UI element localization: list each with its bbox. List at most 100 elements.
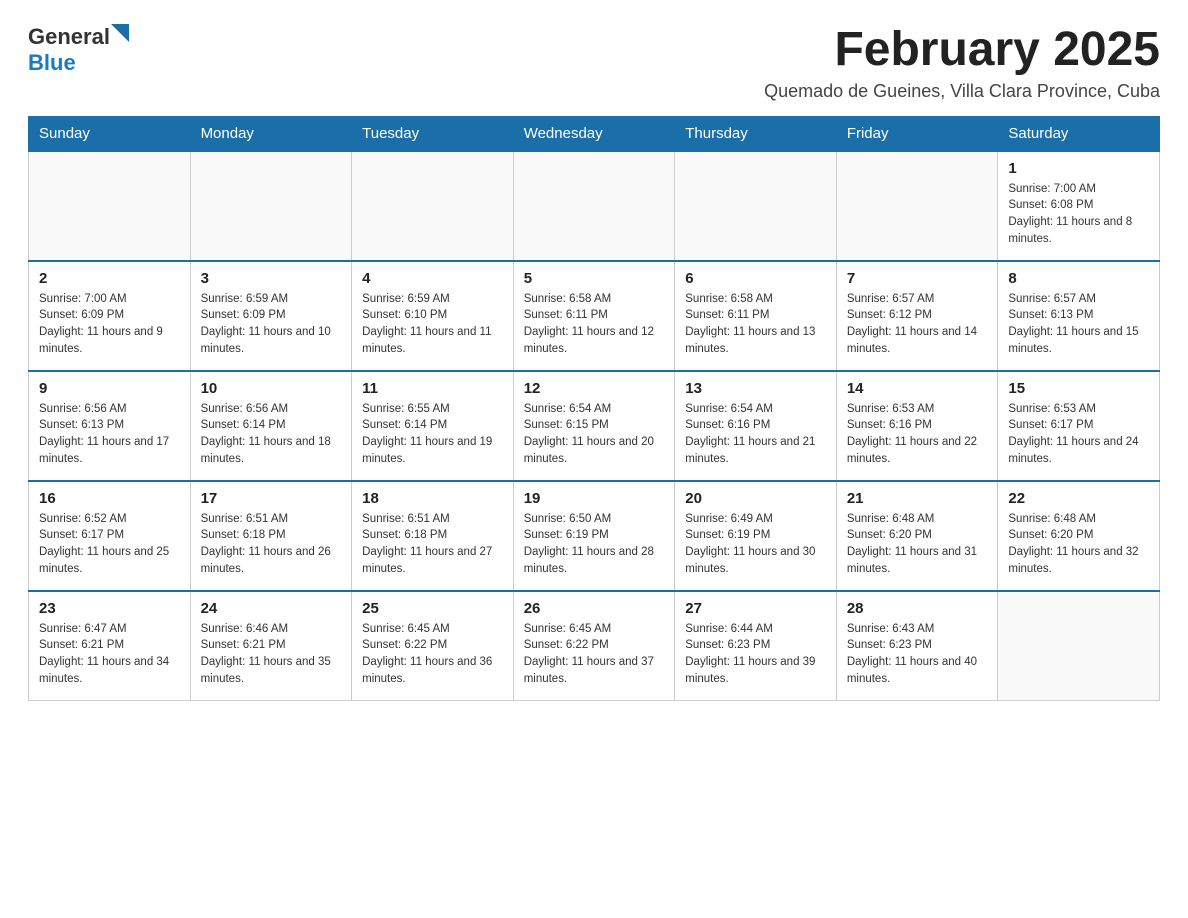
calendar-cell: 9 Sunrise: 6:56 AMSunset: 6:13 PMDaylight… bbox=[29, 371, 191, 481]
calendar-cell bbox=[836, 151, 998, 261]
day-number: 7 bbox=[847, 270, 988, 287]
day-number: 3 bbox=[201, 270, 342, 287]
day-number: 8 bbox=[1008, 270, 1149, 287]
day-number: 10 bbox=[201, 380, 342, 397]
day-number: 18 bbox=[362, 490, 503, 507]
day-info: Sunrise: 7:00 AMSunset: 6:09 PMDaylight:… bbox=[39, 291, 180, 358]
calendar-cell bbox=[513, 151, 675, 261]
day-number: 26 bbox=[524, 600, 665, 617]
day-number: 1 bbox=[1008, 160, 1149, 177]
day-info: Sunrise: 6:57 AMSunset: 6:12 PMDaylight:… bbox=[847, 291, 988, 358]
day-number: 4 bbox=[362, 270, 503, 287]
calendar-cell: 23Sunrise: 6:47 AMSunset: 6:21 PMDayligh… bbox=[29, 591, 191, 701]
day-number: 17 bbox=[201, 490, 342, 507]
calendar-header-monday: Monday bbox=[190, 116, 352, 151]
day-info: Sunrise: 6:58 AMSunset: 6:11 PMDaylight:… bbox=[685, 291, 826, 358]
calendar-cell bbox=[675, 151, 837, 261]
calendar-cell bbox=[998, 591, 1160, 701]
calendar-header-row: SundayMondayTuesdayWednesdayThursdayFrid… bbox=[29, 116, 1160, 151]
day-info: Sunrise: 6:55 AMSunset: 6:14 PMDaylight:… bbox=[362, 401, 503, 468]
calendar-cell: 10 Sunrise: 6:56 AMSunset: 6:14 PMDayligh… bbox=[190, 371, 352, 481]
day-number: 16 bbox=[39, 490, 180, 507]
day-info: Sunrise: 6:56 AMSunset: 6:13 PMDaylight:… bbox=[39, 401, 180, 468]
calendar-cell: 25 Sunrise: 6:45 AMSunset: 6:22 PMDayligh… bbox=[352, 591, 514, 701]
day-number: 27 bbox=[685, 600, 826, 617]
day-info: Sunrise: 6:45 AMSunset: 6:22 PMDaylight:… bbox=[362, 621, 503, 688]
day-number: 21 bbox=[847, 490, 988, 507]
calendar-cell: 6 Sunrise: 6:58 AMSunset: 6:11 PMDaylight… bbox=[675, 261, 837, 371]
calendar-cell bbox=[190, 151, 352, 261]
calendar-week-row-1: 1 Sunrise: 7:00 AMSunset: 6:08 PMDaylight… bbox=[29, 151, 1160, 261]
day-info: Sunrise: 6:56 AMSunset: 6:14 PMDaylight:… bbox=[201, 401, 342, 468]
day-info: Sunrise: 6:54 AMSunset: 6:16 PMDaylight:… bbox=[685, 401, 826, 468]
day-number: 19 bbox=[524, 490, 665, 507]
day-info: Sunrise: 6:59 AMSunset: 6:09 PMDaylight:… bbox=[201, 291, 342, 358]
calendar-cell: 21 Sunrise: 6:48 AMSunset: 6:20 PMDayligh… bbox=[836, 481, 998, 591]
day-number: 24 bbox=[201, 600, 342, 617]
day-info: Sunrise: 7:00 AMSunset: 6:08 PMDaylight:… bbox=[1008, 181, 1149, 248]
calendar-cell: 5 Sunrise: 6:58 AMSunset: 6:11 PMDaylight… bbox=[513, 261, 675, 371]
calendar-cell: 17 Sunrise: 6:51 AMSunset: 6:18 PMDayligh… bbox=[190, 481, 352, 591]
day-number: 13 bbox=[685, 380, 826, 397]
calendar-cell: 14Sunrise: 6:53 AMSunset: 6:16 PMDayligh… bbox=[836, 371, 998, 481]
day-info: Sunrise: 6:59 AMSunset: 6:10 PMDaylight:… bbox=[362, 291, 503, 358]
day-number: 15 bbox=[1008, 380, 1149, 397]
day-info: Sunrise: 6:58 AMSunset: 6:11 PMDaylight:… bbox=[524, 291, 665, 358]
calendar-cell: 16 Sunrise: 6:52 AMSunset: 6:17 PMDayligh… bbox=[29, 481, 191, 591]
day-info: Sunrise: 6:44 AMSunset: 6:23 PMDaylight:… bbox=[685, 621, 826, 688]
calendar-cell: 13 Sunrise: 6:54 AMSunset: 6:16 PMDayligh… bbox=[675, 371, 837, 481]
calendar-cell: 27 Sunrise: 6:44 AMSunset: 6:23 PMDayligh… bbox=[675, 591, 837, 701]
calendar-cell: 4 Sunrise: 6:59 AMSunset: 6:10 PMDaylight… bbox=[352, 261, 514, 371]
calendar-cell: 20 Sunrise: 6:49 AMSunset: 6:19 PMDayligh… bbox=[675, 481, 837, 591]
calendar-cell: 3 Sunrise: 6:59 AMSunset: 6:09 PMDaylight… bbox=[190, 261, 352, 371]
day-info: Sunrise: 6:45 AMSunset: 6:22 PMDaylight:… bbox=[524, 621, 665, 688]
day-info: Sunrise: 6:51 AMSunset: 6:18 PMDaylight:… bbox=[362, 511, 503, 578]
calendar-week-row-5: 23Sunrise: 6:47 AMSunset: 6:21 PMDayligh… bbox=[29, 591, 1160, 701]
calendar-week-row-4: 16 Sunrise: 6:52 AMSunset: 6:17 PMDayligh… bbox=[29, 481, 1160, 591]
calendar-cell: 15 Sunrise: 6:53 AMSunset: 6:17 PMDayligh… bbox=[998, 371, 1160, 481]
calendar-cell: 8 Sunrise: 6:57 AMSunset: 6:13 PMDaylight… bbox=[998, 261, 1160, 371]
calendar-cell: 1 Sunrise: 7:00 AMSunset: 6:08 PMDaylight… bbox=[998, 151, 1160, 261]
calendar-header-tuesday: Tuesday bbox=[352, 116, 514, 151]
day-number: 9 bbox=[39, 380, 180, 397]
day-number: 25 bbox=[362, 600, 503, 617]
day-number: 20 bbox=[685, 490, 826, 507]
logo-general-text: General bbox=[28, 24, 110, 50]
month-title: February 2025 bbox=[764, 24, 1160, 77]
day-info: Sunrise: 6:54 AMSunset: 6:15 PMDaylight:… bbox=[524, 401, 665, 468]
calendar-cell bbox=[29, 151, 191, 261]
day-info: Sunrise: 6:57 AMSunset: 6:13 PMDaylight:… bbox=[1008, 291, 1149, 358]
day-number: 12 bbox=[524, 380, 665, 397]
logo: General Blue bbox=[28, 24, 129, 76]
day-number: 5 bbox=[524, 270, 665, 287]
day-info: Sunrise: 6:50 AMSunset: 6:19 PMDaylight:… bbox=[524, 511, 665, 578]
calendar-header-friday: Friday bbox=[836, 116, 998, 151]
day-info: Sunrise: 6:53 AMSunset: 6:17 PMDaylight:… bbox=[1008, 401, 1149, 468]
calendar-table: SundayMondayTuesdayWednesdayThursdayFrid… bbox=[28, 116, 1160, 702]
calendar-cell: 7 Sunrise: 6:57 AMSunset: 6:12 PMDaylight… bbox=[836, 261, 998, 371]
calendar-header-sunday: Sunday bbox=[29, 116, 191, 151]
day-number: 6 bbox=[685, 270, 826, 287]
day-info: Sunrise: 6:52 AMSunset: 6:17 PMDaylight:… bbox=[39, 511, 180, 578]
day-info: Sunrise: 6:48 AMSunset: 6:20 PMDaylight:… bbox=[847, 511, 988, 578]
calendar-cell: 26 Sunrise: 6:45 AMSunset: 6:22 PMDayligh… bbox=[513, 591, 675, 701]
calendar-cell: 2 Sunrise: 7:00 AMSunset: 6:09 PMDaylight… bbox=[29, 261, 191, 371]
day-info: Sunrise: 6:46 AMSunset: 6:21 PMDaylight:… bbox=[201, 621, 342, 688]
calendar-cell: 19 Sunrise: 6:50 AMSunset: 6:19 PMDayligh… bbox=[513, 481, 675, 591]
calendar-cell: 12 Sunrise: 6:54 AMSunset: 6:15 PMDayligh… bbox=[513, 371, 675, 481]
title-block: February 2025 Quemado de Gueines, Villa … bbox=[764, 24, 1160, 102]
day-info: Sunrise: 6:49 AMSunset: 6:19 PMDaylight:… bbox=[685, 511, 826, 578]
calendar-cell: 24 Sunrise: 6:46 AMSunset: 6:21 PMDayligh… bbox=[190, 591, 352, 701]
calendar-week-row-2: 2 Sunrise: 7:00 AMSunset: 6:09 PMDaylight… bbox=[29, 261, 1160, 371]
page-header: General Blue February 2025 Quemado de Gu… bbox=[28, 24, 1160, 102]
day-number: 2 bbox=[39, 270, 180, 287]
logo-triangle-icon bbox=[111, 24, 129, 42]
day-info: Sunrise: 6:48 AMSunset: 6:20 PMDaylight:… bbox=[1008, 511, 1149, 578]
day-number: 28 bbox=[847, 600, 988, 617]
day-info: Sunrise: 6:51 AMSunset: 6:18 PMDaylight:… bbox=[201, 511, 342, 578]
calendar-week-row-3: 9 Sunrise: 6:56 AMSunset: 6:13 PMDaylight… bbox=[29, 371, 1160, 481]
calendar-cell bbox=[352, 151, 514, 261]
day-info: Sunrise: 6:53 AMSunset: 6:16 PMDaylight:… bbox=[847, 401, 988, 468]
day-number: 22 bbox=[1008, 490, 1149, 507]
calendar-cell: 22 Sunrise: 6:48 AMSunset: 6:20 PMDayligh… bbox=[998, 481, 1160, 591]
